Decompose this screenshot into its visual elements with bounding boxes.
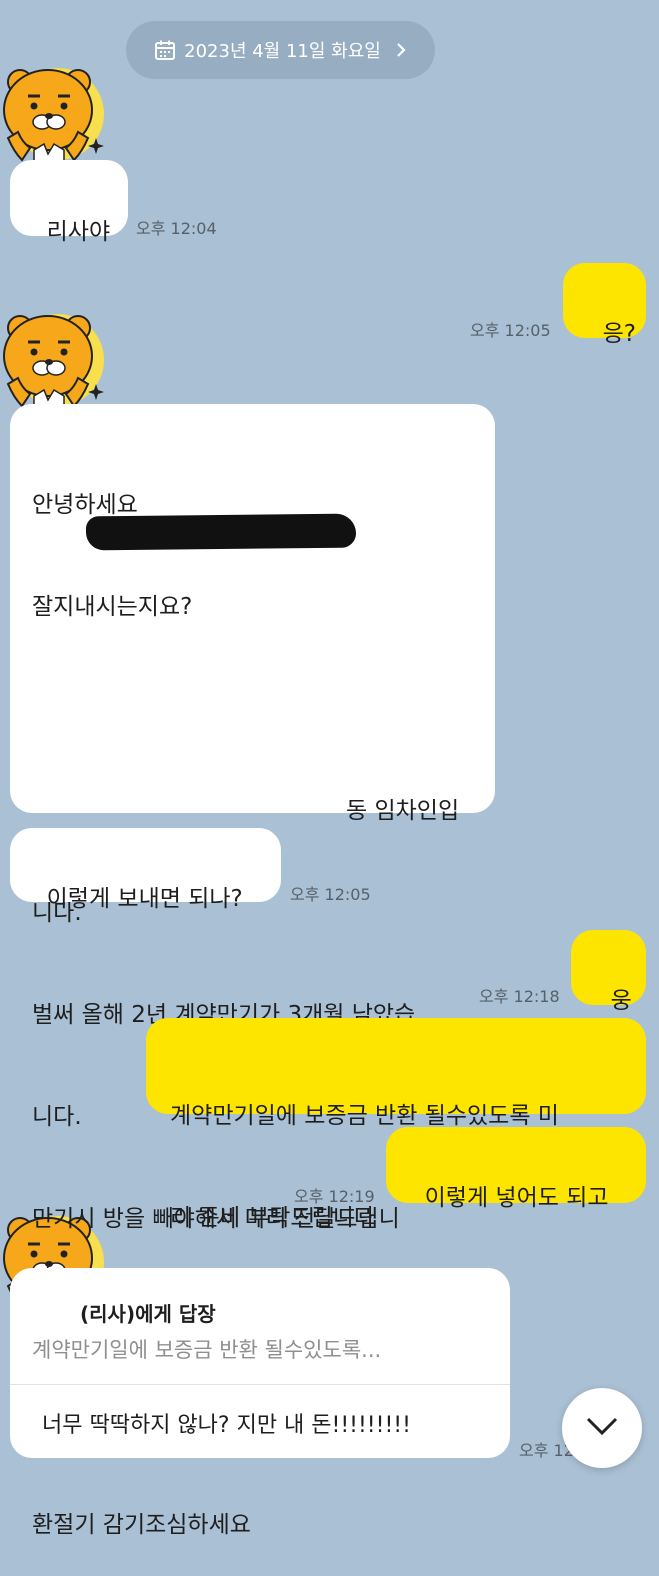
date-divider[interactable]: 2023년 4월 11일 화요일 [126, 21, 435, 79]
message-line-tail: 동 임차인입 [346, 798, 460, 824]
scroll-to-bottom-button[interactable] [562, 1388, 642, 1468]
message-time: 오후 12:04 [136, 219, 217, 238]
message-time: 오후 12:18 [479, 987, 560, 1006]
reply-divider [10, 1384, 510, 1385]
message-text: 이렇게 넣어도 되고 [424, 1185, 609, 1211]
redaction-mark [85, 513, 357, 551]
my-message-bubble[interactable]: 계약만기일에 보증금 반환 될수있도록 미 리 준비 부탁드립니다 [146, 1018, 646, 1231]
message-line: 송파 동 임차인입 [32, 794, 495, 858]
message-line: 잘지내시는지요? [32, 594, 193, 620]
message-bubble[interactable]: 리사야 [10, 160, 128, 245]
reply-header: (리사)에게 답장 [80, 1302, 216, 1326]
message-text: 이렇게 보내면 되나? [46, 886, 243, 912]
my-message-bubble[interactable]: 응? [563, 263, 646, 347]
reply-message-bubble[interactable]: (리사)에게 답장 계약만기일에 보증금 반환 될수있도록... 너무 딱딱하지… [10, 1268, 510, 1458]
message-text: 리사야 [46, 219, 111, 245]
my-message-bubble[interactable]: 웅 [571, 930, 646, 1014]
message-text: 너무 딱딱하지 않나? 지만 내 돈!!!!!!!!! [42, 1413, 411, 1438]
ryan-avatar[interactable] [0, 52, 104, 164]
my-message-bubble[interactable]: 이렇게 넣어도 되고 [386, 1127, 646, 1211]
calendar-icon [154, 39, 176, 61]
message-text: 웅 [610, 988, 632, 1014]
message-bubble[interactable]: 이렇게 보내면 되나? [10, 828, 281, 912]
message-time: 오후 12:05 [290, 885, 371, 904]
message-time: 오후 12:19 [294, 1187, 375, 1206]
date-label: 2023년 4월 11일 화요일 [184, 41, 381, 62]
message-time: 오후 12:05 [470, 321, 551, 340]
message-line [32, 692, 495, 726]
message-line: 환절기 감기조심하세요 [32, 1512, 251, 1538]
message-bubble[interactable]: 안녕하세요 잘지내시는지요? 송파 동 임차인입 니다. 벌써 올해 2년 계약… [10, 404, 495, 1538]
message-text: 응? [602, 321, 636, 347]
reply-quote[interactable]: 계약만기일에 보증금 반환 될수있도록... [32, 1334, 381, 1364]
ryan-avatar[interactable] [0, 298, 104, 410]
chevron-right-icon [395, 41, 407, 59]
chevron-down-icon [585, 1416, 619, 1440]
